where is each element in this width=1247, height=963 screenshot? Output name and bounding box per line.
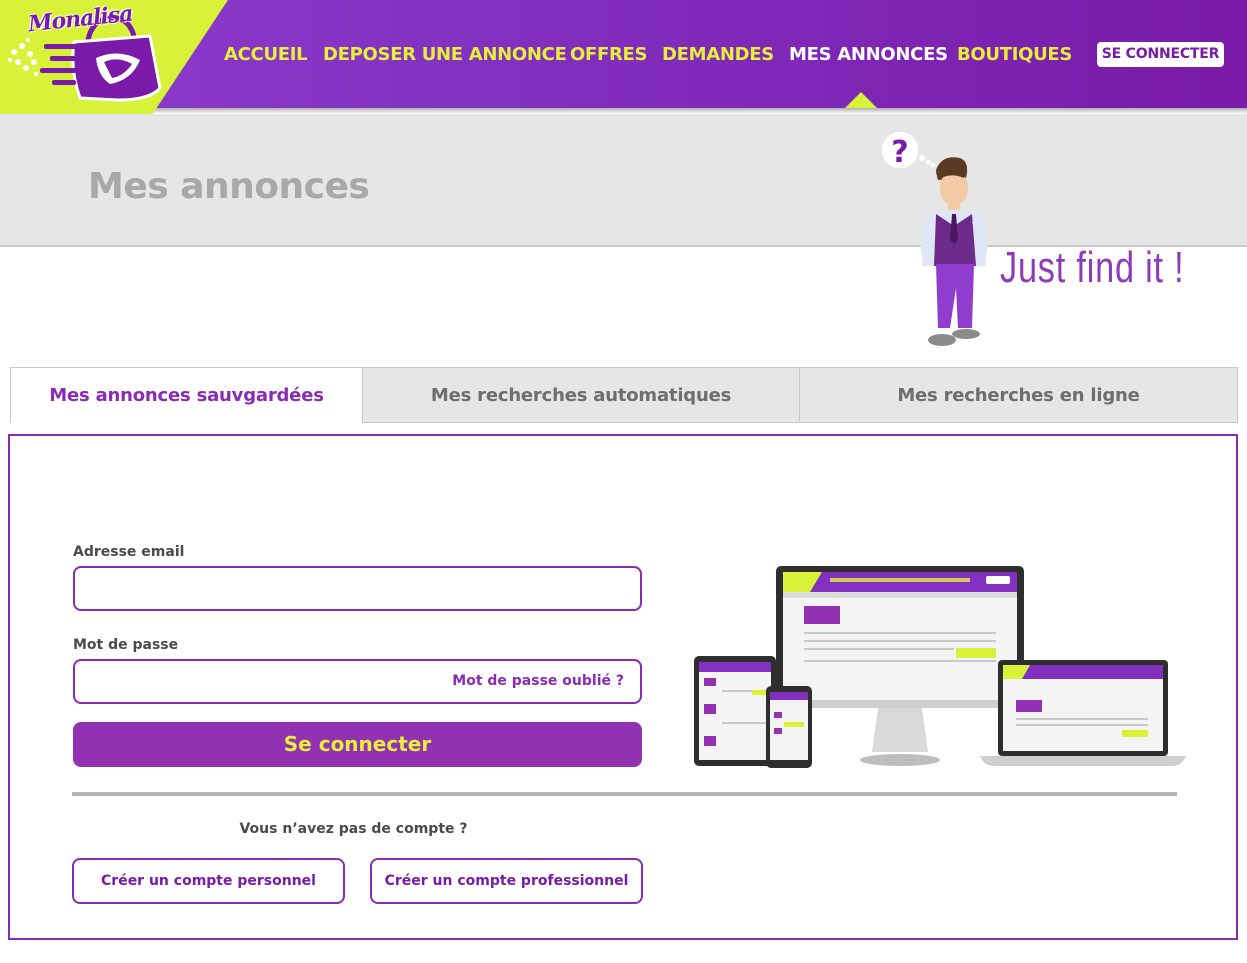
page-title: Mes annonces xyxy=(88,166,370,207)
email-field[interactable] xyxy=(73,566,642,611)
active-nav-indicator xyxy=(845,92,877,108)
tab-auto-searches[interactable]: Mes recherches automatiques xyxy=(363,367,800,423)
nav-offres[interactable]: OFFRES xyxy=(570,44,648,65)
nav-deposer-annonce[interactable]: DEPOSER UNE ANNONCE xyxy=(323,44,567,65)
password-label: Mot de passe xyxy=(73,637,179,653)
header-connect-button[interactable]: SE CONNECTER xyxy=(1097,42,1224,67)
mascot-question-mark: ? xyxy=(891,135,908,170)
login-submit-button[interactable]: Se connecter xyxy=(73,722,642,767)
no-account-text: Vous n’avez pas de compte ? xyxy=(239,821,468,837)
forgot-password-link[interactable]: Mot de passe oublié ? xyxy=(452,673,624,689)
mascot-illustration: ? xyxy=(880,130,988,346)
nav-accueil[interactable]: ACCUEIL xyxy=(224,44,308,65)
create-personal-account-button[interactable]: Créer un compte personnel xyxy=(72,858,345,904)
tab-online-searches[interactable]: Mes recherches en ligne xyxy=(800,367,1238,423)
password-field[interactable]: Mot de passe oublié ? xyxy=(73,659,642,704)
devices-illustration xyxy=(694,566,1186,768)
account-tabs: Mes annonces sauvgardées Mes recherches … xyxy=(10,367,1238,423)
nav-boutiques[interactable]: BOUTIQUES xyxy=(957,44,1072,65)
divider xyxy=(72,792,1177,796)
create-pro-account-button[interactable]: Créer un compte professionnel xyxy=(370,858,643,904)
page-title-band: Mes annonces xyxy=(0,114,1247,247)
nav-demandes[interactable]: DEMANDES xyxy=(662,44,774,65)
email-label: Adresse email xyxy=(73,544,185,560)
nav-mes-annonces[interactable]: MES ANNONCES xyxy=(789,44,948,65)
logo[interactable]: Monalisa xyxy=(0,0,230,125)
tagline: Just find it ! xyxy=(1000,243,1185,292)
tab-saved-ads[interactable]: Mes annonces sauvgardées xyxy=(10,367,363,423)
login-panel: Adresse email Mot de passe Mot de passe … xyxy=(8,434,1238,940)
